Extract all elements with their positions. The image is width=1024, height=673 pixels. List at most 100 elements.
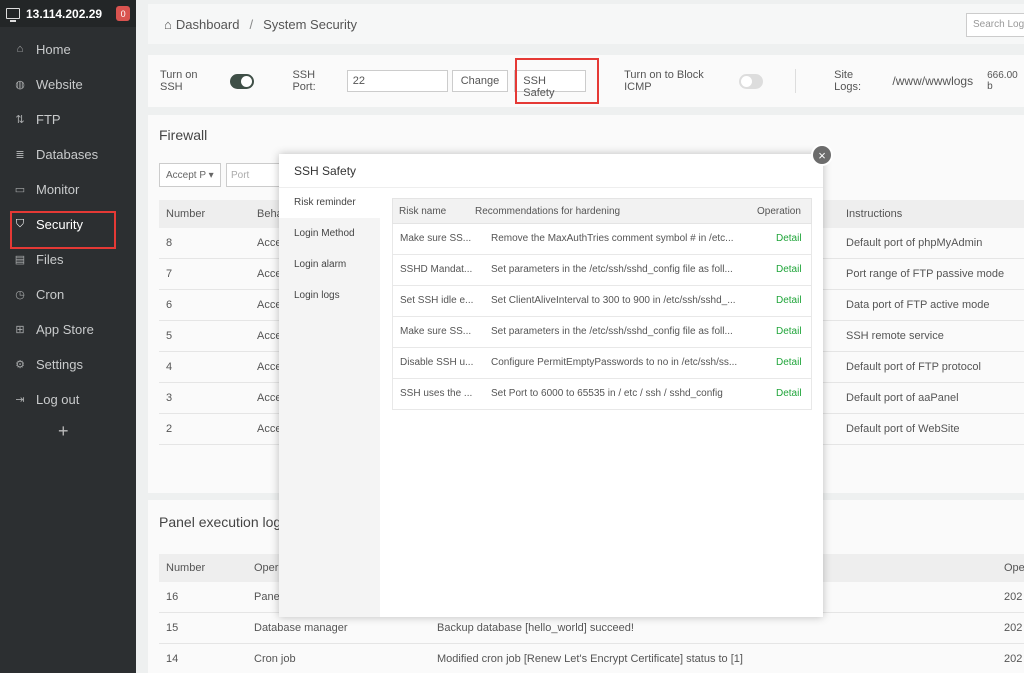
sidebar-item-settings[interactable]: ⚙ Settings [14,354,83,374]
sidebar: 13.114.202.29 0 ⌂ Home ◍ Website ⇅ FTP ≣ Dat… [0,0,136,673]
rule-behavior: Acce [257,330,282,342]
monitor-icon [6,8,20,22]
detail-link[interactable]: Detail [776,326,802,337]
ftp-icon: ⇅ [15,113,25,126]
risk-recommendation: Configure PermitEmptyPasswords to no in … [491,357,738,368]
risk-name: SSHD Mandat... [400,264,473,275]
dialog-tabs: Risk reminder Login Method Login alarm L… [279,188,380,617]
globe-icon: ◍ [15,78,25,91]
database-icon: ≣ [15,148,25,161]
dialog-title: SSH Safety [279,154,823,188]
rule-number: 7 [166,268,173,280]
icmp-toggle[interactable] [738,73,764,89]
table-row: 15 Database manager Backup database [hello… [159,613,1024,644]
rule-instructions: Default port of WebSite [846,423,960,435]
risk-name: SSH uses the ... [400,388,473,399]
rule-behavior: Acce [257,392,282,404]
sidebar-item-ftp[interactable]: ⇅ FTP [14,109,60,129]
ssh-toggle-label: Turn on SSH [160,69,198,93]
sidebar-item-app-store[interactable]: ⊞ App Store [14,319,93,339]
change-port-button[interactable]: Change [451,70,509,92]
detail-link[interactable]: Detail [776,295,802,306]
add-icon[interactable]: + [58,421,69,442]
sidebar-item-cron[interactable]: ◷ Cron [14,284,64,304]
log-type: Cron job [254,653,296,665]
risk-row: SSH uses the ... Set Port to 6000 to 6553… [392,379,812,410]
detail-link[interactable]: Detail [776,233,802,244]
detail-link[interactable]: Detail [776,264,802,275]
sidebar-item-files[interactable]: ▤ Files [14,249,64,269]
sidebar-item-monitor[interactable]: ▭ Monitor [14,179,80,199]
rule-instructions: Default port of FTP protocol [846,361,981,373]
risk-recommendation: Set ClientAliveInterval to 300 to 900 in… [491,295,736,306]
monitor-icon: ▭ [14,183,26,196]
risk-name: Make sure SS... [400,326,472,337]
risk-name: Set SSH idle e... [400,295,474,306]
risk-recommendation: Remove the MaxAuthTries comment symbol #… [491,233,734,244]
ssh-port-input[interactable]: 22 [346,70,448,92]
risk-row: Make sure SS... Remove the MaxAuthTries c… [392,224,812,255]
sidebar-item-home[interactable]: ⌂ Home [14,39,71,59]
server-header: 13.114.202.29 0 [0,0,136,27]
search-input[interactable]: Search Logs [966,13,1024,37]
rule-instructions: Data port of FTP active mode [846,299,990,311]
rule-number: 2 [166,423,173,435]
rule-instructions: Default port of aaPanel [846,392,959,404]
home-icon: ⌂ [164,16,172,32]
rule-number: 5 [166,330,173,342]
risk-row: Make sure SS... Set parameters in the /et… [392,317,812,348]
rule-instructions: Port range of FTP passive mode [846,268,1005,280]
security-highlight-box [10,211,116,249]
ssh-toggle[interactable] [229,73,255,89]
rule-behavior: Acce [257,423,282,435]
firewall-port-input[interactable]: Port [226,163,286,187]
risk-name: Disable SSH u... [400,357,474,368]
ssh-port-label: SSH Port: [292,69,316,93]
table-row: 14 Cron job Modified cron job [Renew Let's… [159,644,1024,673]
rule-behavior: Acce [257,268,282,280]
detail-link[interactable]: Detail [776,357,802,368]
sidebar-item-website[interactable]: ◍ Website [14,74,83,94]
rule-number: 6 [166,299,173,311]
risk-name: Make sure SS... [400,233,472,244]
log-type: Pane [254,591,280,603]
log-number: 16 [166,591,179,603]
notification-badge[interactable]: 0 [116,6,131,21]
log-time: 202 [1004,653,1023,665]
firewall-action-select[interactable]: Accept P ▾ [159,163,221,187]
site-logs-path[interactable]: /www/wwwlogs [892,74,973,88]
sidebar-item-logout[interactable]: ⇥ Log out [14,389,79,409]
log-detail: Modified cron job [Renew Let's Encrypt C… [437,653,743,665]
tab-risk-reminder[interactable]: Risk reminder [279,188,380,218]
log-time: 202 [1004,622,1023,634]
firewall-title: Firewall [159,127,208,143]
folder-icon: ▤ [14,253,26,266]
breadcrumb-home[interactable]: Dashboard [176,17,240,32]
sidebar-item-databases[interactable]: ≣ Databases [14,144,98,164]
grid-icon: ⊞ [15,323,25,336]
log-number: 15 [166,622,179,634]
icmp-toggle-label: Turn on to Block ICMP [624,69,704,93]
ssh-safety-highlight-box [515,58,599,104]
server-ip: 13.114.202.29 [26,6,103,21]
log-time: 202 [1004,591,1023,603]
risk-table: Risk name Recommendations for hardening … [392,198,812,410]
rule-number: 3 [166,392,173,404]
tab-login-alarm[interactable]: Login alarm [279,250,380,280]
risk-recommendation: Set Port to 6000 to 65535 in / etc / ssh… [491,388,723,399]
tab-login-method[interactable]: Login Method [279,219,380,249]
rule-behavior: Acce [257,361,282,373]
gear-icon: ⚙ [15,358,25,371]
tab-login-logs[interactable]: Login logs [279,281,380,311]
risk-row: SSHD Mandat... Set parameters in the /etc… [392,255,812,286]
risk-recommendation: Set parameters in the /etc/ssh/sshd_conf… [491,264,733,275]
detail-link[interactable]: Detail [776,388,802,399]
ssh-toolbar: Turn on SSH SSH Port: 22 Change SSH Safe… [148,55,1024,107]
rule-behavior: Acce [257,299,282,311]
breadcrumb-current: System Security [263,16,358,32]
close-icon[interactable]: × [811,144,833,166]
log-number: 14 [166,653,179,665]
clock-icon: ◷ [15,288,25,301]
risk-recommendation: Set parameters in the /etc/ssh/sshd_conf… [491,326,733,337]
rule-number: 8 [166,237,173,249]
